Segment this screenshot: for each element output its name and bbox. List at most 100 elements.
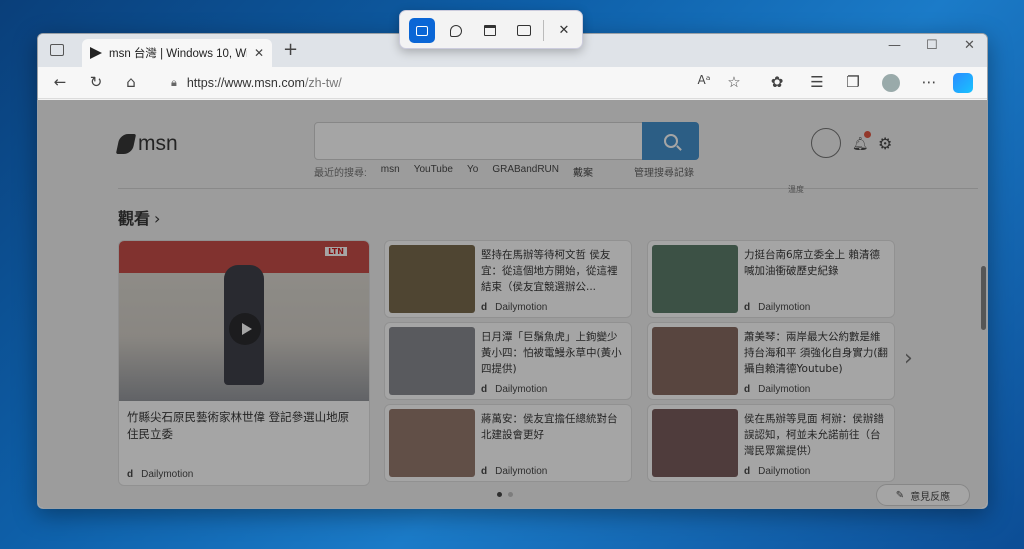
notification-bell-icon[interactable]: 🔔︎ (852, 137, 869, 152)
recent-searches: 最近的搜尋: msn YouTube Yo GRABandRUN 戴案 (314, 164, 593, 179)
fullscreen-snip-icon (517, 25, 531, 36)
section-title[interactable]: 觀看 › (118, 205, 160, 229)
snip-divider (543, 20, 544, 41)
close-window-button[interactable]: ✕ (964, 38, 975, 53)
tab-actions-icon[interactable] (50, 44, 64, 56)
favicon-icon (90, 47, 102, 59)
article-title: 日月潭「巨鬚魚虎」上鉤變少 黃小四：怕被電鰻永草中(黃小四提供) (481, 331, 622, 375)
article-title: 堅持在馬辦等待柯文哲 侯友宜：從這個地方開始，從這裡結束（侯友宜競選辦公... (481, 249, 618, 293)
settings-gear-icon[interactable]: ⚙ (878, 134, 892, 153)
msn-butterfly-icon (115, 134, 137, 154)
article-card[interactable]: 蕭美琴：兩岸最大公約數是維持台海和平 須強化自身實力(翻攝自賴清德Youtube… (647, 322, 895, 400)
notification-badge (864, 131, 871, 138)
msn-page: msn 最近的搜尋: msn YouTube Yo GRABandRUN 戴案 … (38, 100, 987, 508)
source-name: Dailymotion (495, 302, 548, 313)
url-text: https://www.msn.com/zh-tw/ (187, 76, 342, 90)
feedback-button[interactable]: ✎ 意見反應 (876, 484, 970, 506)
source-label: d Dailymotion (481, 384, 547, 395)
header-divider (118, 188, 978, 189)
manage-history-link[interactable]: 管理搜尋記錄 (634, 164, 694, 179)
ltn-badge: LTN (325, 247, 347, 256)
profile-avatar[interactable] (882, 74, 900, 92)
source-badge: d (481, 302, 488, 313)
rectangle-snip-icon (416, 25, 428, 36)
source-badge: d (744, 384, 751, 395)
close-snip-button[interactable]: ✕ (551, 18, 577, 43)
chevron-right-icon: › (154, 209, 161, 228)
article-card[interactable]: 侯在馬辦等見面 柯辦：侯辦錯誤認知，柯並未允諾前往（台灣民眾黨提供） d Dail… (647, 404, 895, 482)
source-label: d Dailymotion (127, 469, 193, 480)
article-title: 侯在馬辦等見面 柯辦：侯辦錯誤認知，柯並未允諾前往（台灣民眾黨提供） (744, 413, 884, 457)
minimize-button[interactable]: — (888, 38, 901, 53)
snipping-toolbar: ✕ (399, 10, 583, 49)
feedback-label: 意見反應 (910, 491, 951, 503)
source-name: Dailymotion (758, 384, 811, 395)
article-card[interactable]: 堅持在馬辦等待柯文哲 侯友宜：從這個地方開始，從這裡結束（侯友宜競選辦公... … (384, 240, 632, 318)
refresh-button[interactable]: ↻ (86, 73, 106, 91)
scrollbar[interactable] (978, 100, 987, 508)
article-thumbnail (652, 327, 738, 395)
rectangle-snip-button[interactable] (409, 18, 435, 43)
carousel-next-icon[interactable]: › (904, 346, 913, 371)
logo-text: msn (138, 132, 178, 155)
source-name: Dailymotion (495, 466, 548, 477)
back-button[interactable]: ← (50, 73, 70, 91)
lock-icon: 🔒︎ (171, 76, 177, 89)
read-aloud-icon[interactable]: Aᵃ (694, 73, 714, 87)
tab-msn[interactable]: msn 台灣 | Windows 10, Windo ✕ (82, 39, 272, 67)
source-badge: d (481, 466, 488, 477)
article-card[interactable]: 力挺台南6席立委全上 賴清德喊加油衝破歷史紀錄 d Dailymotion (647, 240, 895, 318)
recent-search-item[interactable]: Yo (467, 164, 478, 179)
source-label: d Dailymotion (744, 466, 810, 477)
copilot-icon[interactable] (953, 73, 973, 93)
extensions-icon[interactable]: ✿ (767, 73, 787, 91)
search-button[interactable] (642, 122, 699, 160)
tab-title: msn 台灣 | Windows 10, Windo (109, 48, 247, 60)
play-icon[interactable] (229, 313, 261, 345)
article-thumbnail (389, 409, 475, 477)
article-thumbnail (389, 245, 475, 313)
freeform-snip-button[interactable] (443, 18, 469, 43)
collections-icon[interactable]: ❐ (843, 73, 863, 91)
more-menu-icon[interactable]: ⋯ (919, 73, 939, 91)
article-thumbnail (389, 327, 475, 395)
article-thumbnail (652, 245, 738, 313)
source-badge: d (481, 384, 488, 395)
article-card[interactable]: 日月潭「巨鬚魚虎」上鉤變少 黃小四：怕被電鰻永草中(黃小四提供) d Dailym… (384, 322, 632, 400)
browser-toolbar: ← ↻ ⌂ 🔒︎ https://www.msn.com/zh-tw/ Aᵃ ☆… (38, 67, 987, 99)
article-title: 蔣萬安：侯友宜擔任總統對台北建設會更好 (481, 413, 618, 441)
recent-label: 最近的搜尋: (314, 168, 367, 179)
close-icon: ✕ (558, 23, 570, 38)
article-thumbnail (652, 409, 738, 477)
recent-search-item[interactable]: 戴案 (573, 164, 593, 179)
msn-logo[interactable]: msn (115, 132, 178, 156)
source-name: Dailymotion (758, 466, 811, 477)
source-name: Dailymotion (495, 384, 548, 395)
article-card[interactable]: 蔣萬安：侯友宜擔任總統對台北建設會更好 d Dailymotion (384, 404, 632, 482)
article-title: 力挺台南6席立委全上 賴清德喊加油衝破歷史紀錄 (744, 249, 881, 277)
profile-icon[interactable] (811, 128, 841, 158)
url-host: https://www.msn.com (186, 76, 305, 90)
new-tab-button[interactable]: + (283, 39, 298, 60)
search-icon (663, 134, 678, 148)
featured-video-card[interactable]: LTN 竹縣尖石原民藝術家林世偉 登記參選山地原住民立委 d Dailymotio… (118, 240, 370, 486)
window-snip-icon (484, 25, 496, 36)
carousel-dot[interactable] (497, 492, 502, 497)
featured-title: 竹縣尖石原民藝術家林世偉 登記參選山地原住民立委 (127, 410, 350, 441)
source-label: d Dailymotion (481, 302, 547, 313)
source-name: Dailymotion (758, 302, 811, 313)
source-label: d Dailymotion (481, 466, 547, 477)
window-snip-button[interactable] (477, 18, 503, 43)
fullscreen-snip-button[interactable] (511, 18, 537, 43)
recent-search-item[interactable]: GRABandRUN (492, 164, 559, 179)
home-button[interactable]: ⌂ (121, 73, 141, 91)
recent-search-item[interactable]: msn (381, 164, 400, 179)
close-tab-icon[interactable]: ✕ (254, 46, 264, 60)
maximize-button[interactable]: ☐ (926, 38, 938, 53)
favorite-star-icon[interactable]: ☆ (724, 73, 744, 91)
scrollbar-thumb[interactable] (981, 266, 986, 330)
carousel-dot[interactable] (508, 492, 513, 497)
browser-window: msn 台灣 | Windows 10, Windo ✕ + — ☐ ✕ ← ↻… (37, 33, 988, 509)
favorites-icon[interactable]: ☰ (807, 73, 827, 91)
recent-search-item[interactable]: YouTube (414, 164, 453, 179)
